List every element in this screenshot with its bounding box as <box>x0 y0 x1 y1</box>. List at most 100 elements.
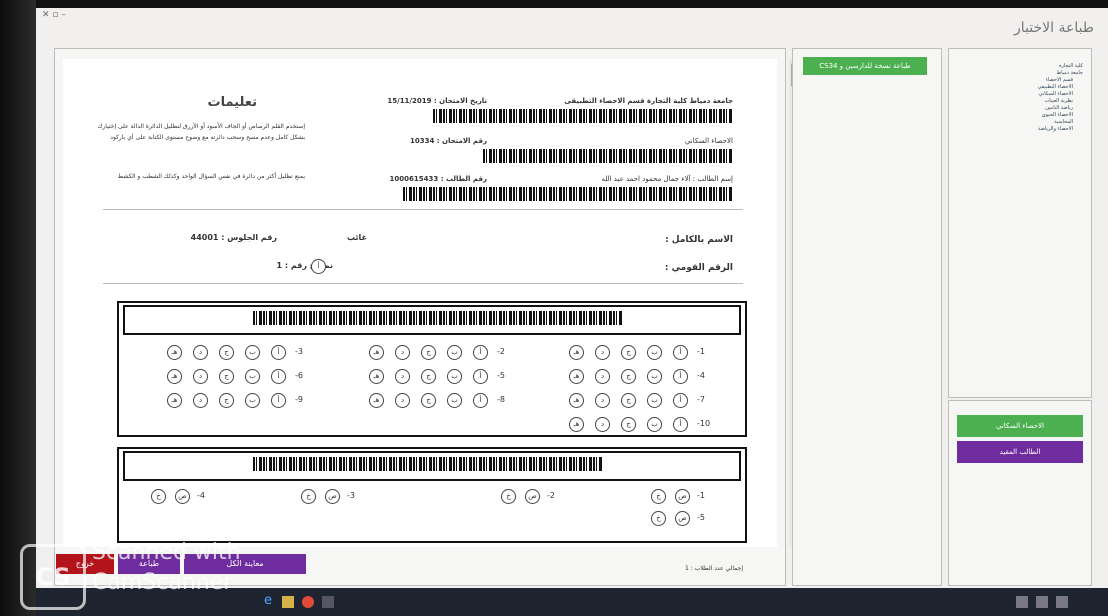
print-copy-button[interactable]: طباعة نسخة للدارسين و CS34 <box>803 57 927 75</box>
by-network-button[interactable]: الطالب المقيد <box>957 441 1083 463</box>
tf-bubble[interactable]: ص <box>675 489 690 504</box>
question-number: -3 <box>295 347 303 356</box>
answer-bubble[interactable]: هـ <box>369 345 384 360</box>
volume-icon[interactable] <box>1056 596 1068 608</box>
answer-bubble[interactable]: د <box>193 393 208 408</box>
answer-bubble[interactable]: د <box>595 369 610 384</box>
tree-item[interactable]: جامعة دمياط <box>1056 70 1083 76</box>
tree-item[interactable]: الاحصاء الحيوي <box>1042 112 1073 118</box>
student-name: إسم الطالب : آلاء جمال محمود احمد عبد ال… <box>601 175 733 183</box>
answer-bubble[interactable]: هـ <box>369 369 384 384</box>
answer-bubble[interactable]: أ <box>673 345 688 360</box>
tf-bubble[interactable]: خ <box>501 489 516 504</box>
answer-bubble[interactable]: د <box>395 345 410 360</box>
tree-item[interactable]: نظرية العينات <box>1045 98 1074 104</box>
tf-question-number: -2 <box>547 491 555 500</box>
answer-bubble[interactable]: أ <box>673 393 688 408</box>
answer-bubble[interactable]: ج <box>219 393 234 408</box>
answer-bubble[interactable]: د <box>595 417 610 432</box>
answer-bubble[interactable]: أ <box>473 393 488 408</box>
question-number: -4 <box>697 371 705 380</box>
window-controls[interactable]: ✕ ▫ – <box>42 10 66 20</box>
answer-bubble[interactable]: هـ <box>167 345 182 360</box>
question-number: -6 <box>295 371 303 380</box>
answer-bubble[interactable]: ب <box>447 369 462 384</box>
answer-bubble[interactable]: ب <box>245 345 260 360</box>
answer-bubble[interactable]: أ <box>473 369 488 384</box>
question-number: -1 <box>697 347 705 356</box>
tf-bubble[interactable]: ص <box>525 489 540 504</box>
tf-bubble[interactable]: خ <box>651 489 666 504</box>
tf-question-number: -1 <box>697 491 705 500</box>
app-icon[interactable] <box>322 596 334 608</box>
answer-bubble[interactable]: ب <box>647 369 662 384</box>
tf-bubble[interactable]: خ <box>151 489 166 504</box>
total-students: إجمالي عدد الطلاب : 1 <box>685 565 744 572</box>
answer-bubble[interactable]: ج <box>421 369 436 384</box>
answer-bubble[interactable]: أ <box>473 345 488 360</box>
answer-bubble[interactable]: ج <box>621 345 636 360</box>
answer-bubble[interactable]: ب <box>647 417 662 432</box>
question-number: -5 <box>497 371 505 380</box>
answer-bubble[interactable]: ج <box>421 393 436 408</box>
answer-bubble[interactable]: هـ <box>569 345 584 360</box>
answer-bubble[interactable]: ج <box>219 345 234 360</box>
tree-item[interactable]: رياضة التامين <box>1045 105 1073 111</box>
tf-bubble[interactable]: ص <box>675 511 690 526</box>
answer-bubble[interactable]: هـ <box>569 417 584 432</box>
instruction-1: إستخدم القلم الرصاص أو الجاف الأسود أو ا… <box>97 123 305 141</box>
tree-item[interactable]: المحاسبة <box>1054 119 1073 125</box>
answer-bubble[interactable]: هـ <box>569 369 584 384</box>
answer-bubble[interactable]: هـ <box>369 393 384 408</box>
tf-bubble[interactable]: ص <box>175 489 190 504</box>
answer-bubble[interactable]: ج <box>621 393 636 408</box>
divider <box>103 283 743 284</box>
answer-bubble[interactable]: ج <box>219 369 234 384</box>
model-circle: أ <box>311 259 326 274</box>
tree-item[interactable]: كلية التجارة <box>1059 63 1083 69</box>
university-line: جامعة دمياط كلية التجارة قسم الاحصاء الت… <box>564 97 733 105</box>
answer-bubble[interactable]: ب <box>447 393 462 408</box>
subject-button[interactable]: الاحصاء السكاني <box>957 415 1083 437</box>
tf-bubble[interactable]: خ <box>651 511 666 526</box>
monitor-bezel-left <box>0 0 36 616</box>
answer-bubble[interactable]: د <box>395 369 410 384</box>
answer-bubble[interactable]: د <box>595 393 610 408</box>
answer-bubble[interactable]: أ <box>271 369 286 384</box>
answer-bubble[interactable]: هـ <box>167 393 182 408</box>
answer-bubble[interactable]: ج <box>421 345 436 360</box>
system-tray-icon[interactable] <box>1016 596 1028 608</box>
divider <box>103 209 743 210</box>
actions-panel: الاحصاء السكاني الطالب المقيد <box>948 400 1092 586</box>
answer-bubble[interactable]: د <box>595 345 610 360</box>
exam-number: رقم الامتحان : 10334 <box>409 137 487 145</box>
answer-bubble[interactable]: أ <box>271 345 286 360</box>
tree-item[interactable]: الاحصاء السكاني <box>1039 91 1073 97</box>
answer-bubble[interactable]: ب <box>647 393 662 408</box>
tree-item[interactable]: قسم الاحصاء <box>1046 77 1073 83</box>
exam-date: تاريخ الامتحان : 15/11/2019 <box>387 97 487 105</box>
tf-bubble[interactable]: خ <box>301 489 316 504</box>
answer-bubble[interactable]: ب <box>447 345 462 360</box>
instructions-title: تعليمات <box>207 95 258 110</box>
tree-item[interactable]: الاحصاء والرياضة <box>1038 126 1073 132</box>
answer-bubble[interactable]: ب <box>245 369 260 384</box>
answer-bubble[interactable]: ج <box>621 417 636 432</box>
tree-item[interactable]: الاحصاء التطبيقي <box>1038 84 1073 90</box>
answer-bubble[interactable]: أ <box>271 393 286 408</box>
answer-bubble[interactable]: د <box>193 345 208 360</box>
absent-label: غائب <box>347 233 367 242</box>
answer-bubble[interactable]: هـ <box>569 393 584 408</box>
answer-bubble[interactable]: ج <box>621 369 636 384</box>
answer-bubble[interactable]: ب <box>647 345 662 360</box>
answer-bubble[interactable]: أ <box>673 369 688 384</box>
tf-bubble[interactable]: ص <box>325 489 340 504</box>
answer-bubble[interactable]: د <box>193 369 208 384</box>
answer-bubble[interactable]: ب <box>245 393 260 408</box>
network-icon[interactable] <box>1036 596 1048 608</box>
category-tree-panel: كلية التجارة جامعة دمياط قسم الاحصاء الاحصا… <box>948 48 1092 398</box>
answer-bubble[interactable]: أ <box>673 417 688 432</box>
question-number: -7 <box>697 395 705 404</box>
answer-bubble[interactable]: د <box>395 393 410 408</box>
answer-bubble[interactable]: هـ <box>167 369 182 384</box>
